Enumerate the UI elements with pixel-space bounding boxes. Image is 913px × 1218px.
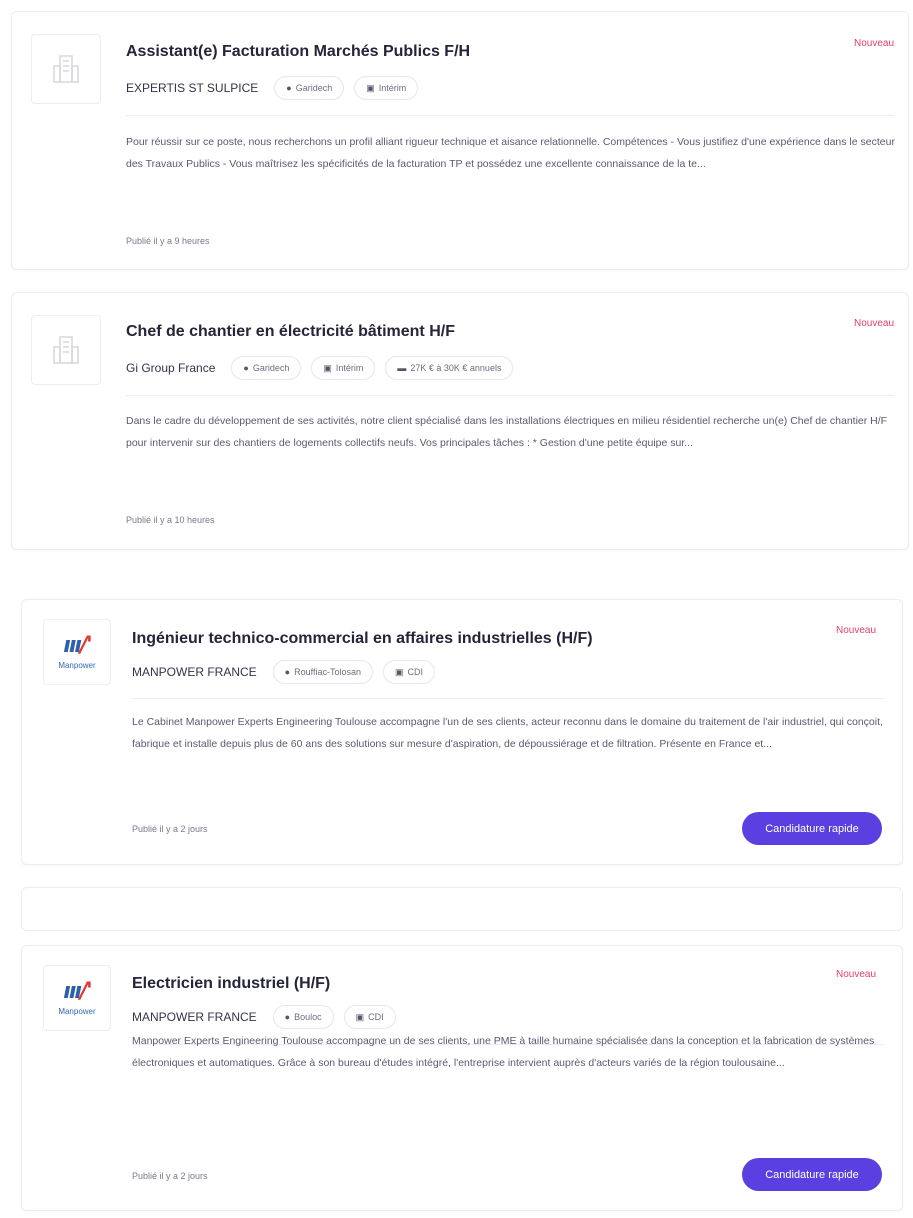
quick-apply-button[interactable]: Candidature rapide [742,1158,882,1191]
manpower-logo-icon: ııı/' [63,632,92,658]
location-label: Bouloc [294,1012,322,1022]
salary-tag: ▬ 27K € à 30K € annuels [385,356,514,380]
contract-label: CDI [368,1012,384,1022]
salary-label: 27K € à 30K € annuels [410,363,502,373]
divider [126,115,894,116]
new-badge: Nouveau [836,625,877,636]
job-meta: Gi Group France ● Garidech ▣ Intérim ▬ 27K … [126,356,514,380]
banknote-icon: ▬ [397,363,407,373]
logo-wordmark: Manpower [58,1006,96,1016]
building-icon [53,55,79,83]
contract-tag: ▣ CDI [382,660,435,684]
posted-date: Publié il y a 2 jours [132,1171,208,1181]
placeholder-card [21,887,903,931]
job-meta: MANPOWER FRANCE ● Rouffiac-Tolosan ▣ CDI [132,660,435,684]
location-tag: ● Bouloc [272,1005,334,1029]
new-badge: Nouveau [854,318,895,329]
map-pin-icon: ● [286,83,292,93]
company-name: EXPERTIS ST SULPICE [126,81,259,95]
company-logo: ııı/' Manpower [43,965,111,1031]
contract-tag: ▣ CDI [343,1005,396,1029]
company-name: Gi Group France [126,361,216,375]
divider [126,395,894,396]
job-card[interactable]: Chef de chantier en électricité bâtiment… [11,292,909,550]
posted-date: Publié il y a 10 heures [126,515,215,525]
job-meta: EXPERTIS ST SULPICE ● Garidech ▣ Intérim [126,76,419,100]
new-badge: Nouveau [854,38,895,49]
document-icon: ▣ [394,666,404,677]
map-pin-icon: ● [284,667,291,677]
location-tag: ● Garidech [274,76,345,100]
location-tag: ● Garidech [231,356,302,380]
contract-label: Intérim [378,83,407,93]
document-icon: ▣ [323,362,332,373]
job-description: Pour réussir sur ce poste, nous recherch… [126,136,895,170]
location-label: Rouffiac-Tolosan [294,667,361,677]
job-description: Le Cabinet Manpower Experts Engineering … [132,716,883,750]
document-icon: ▣ [355,1011,365,1022]
contract-label: Intérim [335,363,364,373]
posted-date: Publié il y a 9 heures [126,236,210,246]
location-label: Garidech [252,363,290,373]
job-title[interactable]: Ingénieur technico-commercial en affaire… [132,630,593,648]
job-description: Dans le cadre du développement de ses ac… [126,415,888,449]
new-badge: Nouveau [836,969,877,980]
job-meta: MANPOWER FRANCE ● Bouloc ▣ CDI [132,1005,396,1029]
location-label: Garidech [295,83,333,93]
location-tag: ● Rouffiac-Tolosan [272,660,373,684]
job-card[interactable]: ııı/' Manpower Ingénieur technico-commer… [21,599,903,865]
document-icon: ▣ [366,82,375,93]
building-icon [53,336,79,364]
job-description: Manpower Experts Engineering Toulouse ac… [132,1035,875,1069]
contract-label: CDI [407,667,424,677]
contract-tag: ▣ Intérim [311,356,376,380]
job-title[interactable]: Assistant(e) Facturation Marchés Publics… [126,43,470,61]
job-title[interactable]: Electricien industriel (H/F) [132,975,330,993]
company-logo-placeholder [31,34,101,104]
job-card[interactable]: Assistant(e) Facturation Marchés Publics… [11,11,909,270]
map-pin-icon: ● [243,363,249,373]
contract-tag: ▣ Intérim [354,76,419,100]
company-logo: ııı/' Manpower [43,619,111,685]
logo-wordmark: Manpower [58,660,96,670]
job-card[interactable]: ııı/' Manpower Electricien industriel (H… [21,945,903,1211]
company-name: MANPOWER FRANCE [132,1010,257,1024]
manpower-logo-icon: ııı/' [63,978,92,1004]
job-title[interactable]: Chef de chantier en électricité bâtiment… [126,323,455,341]
map-pin-icon: ● [284,1012,291,1022]
posted-date: Publié il y a 2 jours [132,824,208,834]
quick-apply-button[interactable]: Candidature rapide [742,812,882,845]
company-name: MANPOWER FRANCE [132,665,257,679]
divider [132,698,884,699]
company-logo-placeholder [31,315,101,385]
